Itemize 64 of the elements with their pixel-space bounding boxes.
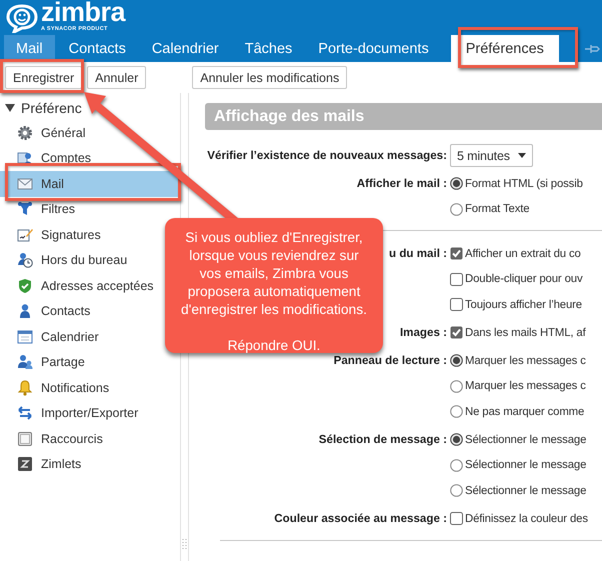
sidebar-item[interactable]: Filtres <box>0 196 158 222</box>
sidebar-item[interactable]: Signatures <box>0 222 158 248</box>
radio-option[interactable]: Format Texte <box>450 196 602 222</box>
logo-text: zimbra <box>41 0 126 26</box>
sidebar-item[interactable]: Notifications <box>0 375 158 400</box>
app-tab[interactable]: Contacts <box>56 35 138 62</box>
field-label: u du mail : <box>389 247 447 260</box>
sidebar-item[interactable]: Raccourcis <box>0 426 158 452</box>
arrows-icon <box>17 405 33 422</box>
bell-icon <box>17 380 33 396</box>
app-tab[interactable]: Préférences <box>450 35 559 62</box>
field-label: Sélection de message : <box>318 433 447 446</box>
toolbar-button[interactable]: Annuler <box>87 66 146 89</box>
tree-heading[interactable]: Préférenc <box>21 100 82 116</box>
pencil-icon <box>17 226 33 243</box>
sidebar-item[interactable]: Zimlets <box>0 452 158 477</box>
checkbox-option[interactable]: Double-cliquer pour ouv <box>450 266 602 292</box>
funnel-icon <box>17 201 33 218</box>
field-label: Images : <box>400 326 447 340</box>
clock-icon <box>17 252 33 268</box>
person-icon <box>17 303 33 320</box>
callout-text: Si vous oubliez d'Enregistrer, lorsque vous reviendrez sur vos emails, Zimbra vous proposera automatiquement d'enregistrer les modifications. <box>180 229 368 319</box>
checkbox-option[interactable]: Toujours afficher l’heure <box>450 292 602 318</box>
radio-option[interactable]: Marquer les messages c <box>450 374 602 399</box>
radio-option[interactable]: Marquer les messages c <box>450 348 602 374</box>
shield-check-icon <box>17 278 33 294</box>
sidebar-item[interactable]: Adresses acceptées <box>0 273 158 298</box>
sidebar-item[interactable]: Mail <box>0 171 180 196</box>
radio-option[interactable]: Format HTML (si possib <box>450 171 602 196</box>
app-tab[interactable]: Tâches <box>232 35 304 62</box>
radio-option[interactable]: Ne pas marquer comme <box>450 399 602 424</box>
section-header: Affichage des mails <box>205 103 602 130</box>
field-label: Afficher le mail : <box>356 177 447 190</box>
field-label: Couleur associée au message : <box>274 512 447 526</box>
checkbox-option[interactable]: Dans les mails HTML, af <box>450 320 602 346</box>
envelope-icon <box>17 176 33 192</box>
square-icon <box>17 456 33 472</box>
undo-changes-button[interactable]: Annuler les modifications <box>192 66 348 89</box>
radio-option[interactable]: Sélectionner le message <box>450 478 602 504</box>
sidebar-item[interactable]: Général <box>0 120 158 146</box>
checkbox-option[interactable]: Afficher un extrait du co <box>450 241 602 266</box>
people-icon <box>17 354 33 370</box>
splitter-grip-icon <box>181 539 188 551</box>
interval-dropdown[interactable]: 5 minutes <box>450 144 533 168</box>
pin-icon <box>584 42 600 54</box>
caret-icon <box>518 153 526 158</box>
radio-option[interactable]: Sélectionner le message <box>450 452 602 478</box>
sidebar-item[interactable]: Hors du bureau <box>0 248 158 273</box>
app-tab[interactable]: Porte-documents <box>306 35 441 62</box>
gear-icon <box>17 124 33 141</box>
logo-icon <box>5 2 39 32</box>
sidebar-item[interactable]: Comptes <box>0 146 158 171</box>
checkbox-option[interactable]: Définissez la couleur des <box>450 506 602 532</box>
field-label: Vérifier l’existence de nouveaux messages: <box>207 149 447 162</box>
calendar-icon <box>17 328 33 345</box>
sidebar-item[interactable]: Calendrier <box>0 324 158 350</box>
toolbar-button[interactable]: Enregistrer <box>5 66 82 89</box>
sidebar-item[interactable]: Partage <box>0 350 158 375</box>
field-label: Panneau de lecture : <box>334 354 447 368</box>
sidebar-item[interactable]: Contacts <box>0 298 158 324</box>
sidebar-item[interactable]: Importer/Exporter <box>0 400 158 426</box>
radio-option[interactable]: Sélectionner le message <box>450 427 602 452</box>
app-tab[interactable]: Calendrier <box>140 35 231 62</box>
callout-text: Répondre OUI. <box>226 337 322 355</box>
